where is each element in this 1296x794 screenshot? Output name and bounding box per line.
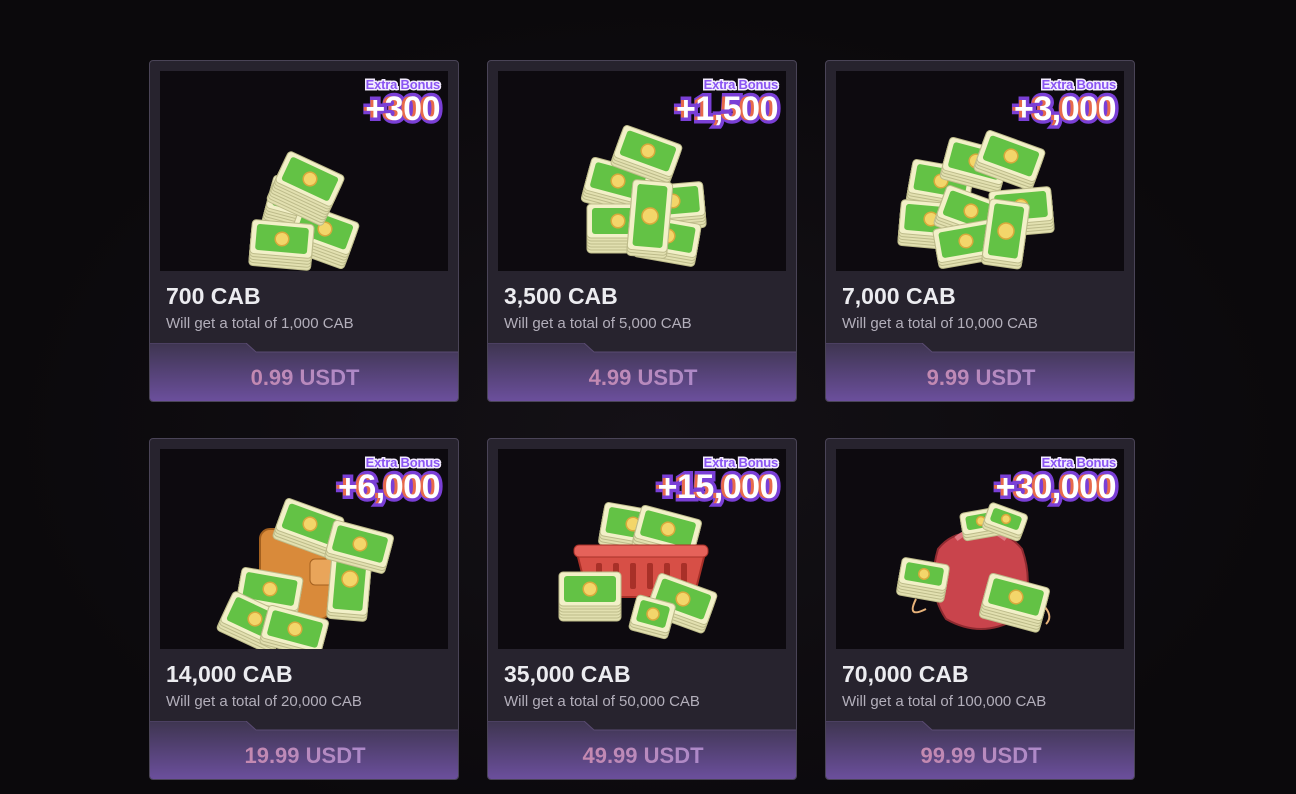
package-card-70000[interactable]: Extra Bonus +30,000 70,000 CAB Will get …: [825, 438, 1135, 780]
price-label: 19.99 USDT: [150, 743, 458, 769]
price-label: 9.99 USDT: [826, 365, 1134, 391]
extra-bonus-amount: +6,000: [335, 466, 444, 509]
package-title: 14,000 CAB: [166, 661, 293, 687]
package-grid: Extra Bonus +300 700 CAB Will get a tota…: [149, 60, 1135, 780]
package-card-3500[interactable]: Extra Bonus +1,500 3,500 CAB Will get a …: [487, 60, 797, 402]
package-art: Extra Bonus +3,000: [836, 71, 1124, 271]
extra-bonus-amount: +30,000: [992, 466, 1120, 509]
extra-bonus-amount: +3,000: [1011, 88, 1120, 131]
buy-button[interactable]: 99.99 USDT: [826, 721, 1134, 779]
price-label: 4.99 USDT: [488, 365, 796, 391]
buy-button[interactable]: 0.99 USDT: [150, 343, 458, 401]
price-label: 0.99 USDT: [150, 365, 458, 391]
buy-button[interactable]: 19.99 USDT: [150, 721, 458, 779]
package-art: Extra Bonus +30,000: [836, 449, 1124, 649]
store-page: Extra Bonus +300 700 CAB Will get a tota…: [0, 0, 1296, 794]
price-label: 49.99 USDT: [488, 743, 796, 769]
extra-bonus-badge: Extra Bonus +30,000: [992, 454, 1120, 509]
extra-bonus-badge: Extra Bonus +1,500: [673, 76, 782, 131]
package-title: 700 CAB: [166, 283, 261, 309]
extra-bonus-amount: +1,500: [673, 88, 782, 131]
package-total: Will get a total of 20,000 CAB: [166, 693, 362, 710]
buy-button[interactable]: 9.99 USDT: [826, 343, 1134, 401]
extra-bonus-badge: Extra Bonus +3,000: [1011, 76, 1120, 131]
package-card-35000[interactable]: Extra Bonus +15,000 35,000 CAB Will get …: [487, 438, 797, 780]
extra-bonus-badge: Extra Bonus +6,000: [335, 454, 444, 509]
extra-bonus-badge: Extra Bonus +300: [362, 76, 444, 131]
package-card-7000[interactable]: Extra Bonus +3,000 7,000 CAB Will get a …: [825, 60, 1135, 402]
package-art: Extra Bonus +6,000: [160, 449, 448, 649]
extra-bonus-badge: Extra Bonus +15,000: [654, 454, 782, 509]
buy-button[interactable]: 4.99 USDT: [488, 343, 796, 401]
package-title: 7,000 CAB: [842, 283, 956, 309]
package-card-14000[interactable]: Extra Bonus +6,000 14,000 CAB Will get a…: [149, 438, 459, 780]
package-title: 3,500 CAB: [504, 283, 618, 309]
package-card-700[interactable]: Extra Bonus +300 700 CAB Will get a tota…: [149, 60, 459, 402]
price-label: 99.99 USDT: [826, 743, 1134, 769]
package-total: Will get a total of 5,000 CAB: [504, 315, 692, 332]
package-total: Will get a total of 1,000 CAB: [166, 315, 354, 332]
package-total: Will get a total of 10,000 CAB: [842, 315, 1038, 332]
package-art: Extra Bonus +15,000: [498, 449, 786, 649]
package-total: Will get a total of 50,000 CAB: [504, 693, 700, 710]
package-art: Extra Bonus +300: [160, 71, 448, 271]
package-title: 70,000 CAB: [842, 661, 969, 687]
package-total: Will get a total of 100,000 CAB: [842, 693, 1047, 710]
extra-bonus-amount: +15,000: [654, 466, 782, 509]
extra-bonus-amount: +300: [362, 88, 444, 131]
package-title: 35,000 CAB: [504, 661, 631, 687]
buy-button[interactable]: 49.99 USDT: [488, 721, 796, 779]
package-art: Extra Bonus +1,500: [498, 71, 786, 271]
